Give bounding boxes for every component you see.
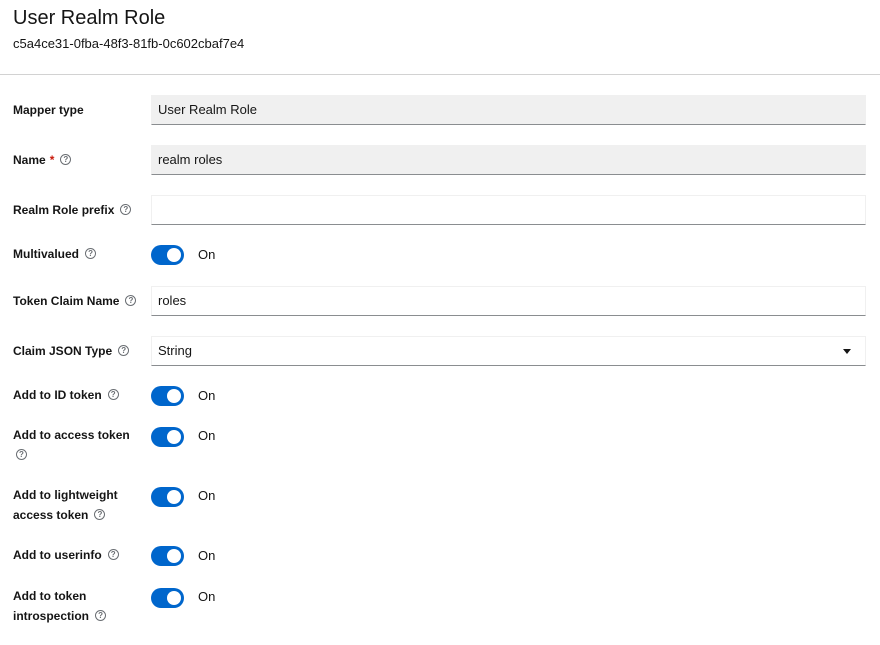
add-to-id-token-state: On bbox=[198, 388, 216, 403]
name-field: realm roles bbox=[151, 145, 866, 175]
add-to-userinfo-switch[interactable] bbox=[151, 546, 184, 566]
help-icon[interactable]: ? bbox=[16, 449, 27, 461]
multivalued-switch[interactable] bbox=[151, 245, 184, 265]
add-to-userinfo-label-group: Add to userinfo? bbox=[13, 545, 143, 565]
name-label: Name bbox=[13, 153, 46, 167]
add-to-access-token-switch[interactable] bbox=[151, 427, 184, 447]
mapper-type-field: User Realm Role bbox=[151, 95, 866, 125]
help-icon[interactable]: ? bbox=[118, 345, 130, 357]
add-to-lightweight-access-token-switch[interactable] bbox=[151, 487, 184, 507]
add-to-access-token-label-group: Add to access token ? bbox=[13, 425, 143, 465]
help-icon[interactable]: ? bbox=[94, 509, 106, 521]
add-to-userinfo-label: Add to userinfo bbox=[13, 548, 102, 562]
switch-knob bbox=[167, 591, 181, 605]
switch-knob bbox=[167, 490, 181, 504]
add-to-lightweight-access-token-state: On bbox=[198, 488, 216, 503]
help-icon[interactable]: ? bbox=[120, 204, 132, 216]
multivalued-label-group: Multivalued? bbox=[13, 244, 143, 264]
help-icon[interactable]: ? bbox=[107, 549, 119, 561]
multivalued-label: Multivalued bbox=[13, 247, 80, 261]
help-icon[interactable]: ? bbox=[125, 295, 137, 307]
add-to-token-introspection-state: On bbox=[198, 589, 216, 604]
switch-knob bbox=[167, 549, 181, 563]
add-to-id-token-switch[interactable] bbox=[151, 386, 184, 406]
add-to-lightweight-label-line1: Add to lightweight bbox=[13, 488, 118, 502]
page-header: User Realm Role c5a4ce31-0fba-48f3-81fb-… bbox=[0, 0, 880, 75]
multivalued-state: On bbox=[198, 247, 216, 262]
add-to-token-introspection-switch[interactable] bbox=[151, 588, 184, 608]
realm-role-prefix-label: Realm Role prefix bbox=[13, 203, 115, 217]
token-claim-name-label: Token Claim Name bbox=[13, 294, 120, 308]
realm-role-prefix-input[interactable] bbox=[151, 195, 866, 225]
mapper-id: c5a4ce31-0fba-48f3-81fb-0c602cbaf7e4 bbox=[13, 36, 245, 51]
token-claim-name-label-group: Token Claim Name? bbox=[13, 291, 143, 311]
add-to-id-token-label: Add to ID token bbox=[13, 388, 102, 402]
token-claim-name-input[interactable]: roles bbox=[151, 286, 866, 316]
switch-knob bbox=[167, 430, 181, 444]
add-to-id-token-label-group: Add to ID token? bbox=[13, 385, 143, 405]
switch-knob bbox=[167, 389, 181, 403]
claim-json-type-label-group: Claim JSON Type? bbox=[13, 341, 143, 361]
claim-json-type-value: String bbox=[158, 343, 192, 358]
add-to-lightweight-label-line2: access token bbox=[13, 508, 89, 522]
add-to-access-token-state: On bbox=[198, 428, 216, 443]
add-to-access-token-label: Add to access token bbox=[13, 428, 130, 442]
claim-json-type-select[interactable]: String bbox=[151, 336, 866, 366]
help-icon[interactable]: ? bbox=[107, 389, 119, 401]
add-to-userinfo-state: On bbox=[198, 548, 216, 563]
add-to-token-introspection-label-line1: Add to token bbox=[13, 589, 87, 603]
page-title: User Realm Role bbox=[13, 7, 166, 29]
mapper-type-label: Mapper type bbox=[13, 103, 84, 117]
add-to-token-introspection-label-line2: introspection bbox=[13, 609, 90, 623]
caret-down-icon bbox=[843, 349, 851, 354]
name-label-group: Name *? bbox=[13, 150, 143, 170]
switch-knob bbox=[167, 248, 181, 262]
help-icon[interactable]: ? bbox=[95, 610, 107, 622]
add-to-token-introspection-label-group: Add to token introspection? bbox=[13, 586, 143, 626]
claim-json-type-label: Claim JSON Type bbox=[13, 344, 113, 358]
help-icon[interactable]: ? bbox=[60, 154, 72, 166]
realm-role-prefix-label-group: Realm Role prefix? bbox=[13, 200, 143, 220]
help-icon[interactable]: ? bbox=[85, 248, 97, 260]
add-to-lightweight-access-token-label-group: Add to lightweight access token? bbox=[13, 485, 143, 525]
required-marker: * bbox=[49, 153, 55, 167]
